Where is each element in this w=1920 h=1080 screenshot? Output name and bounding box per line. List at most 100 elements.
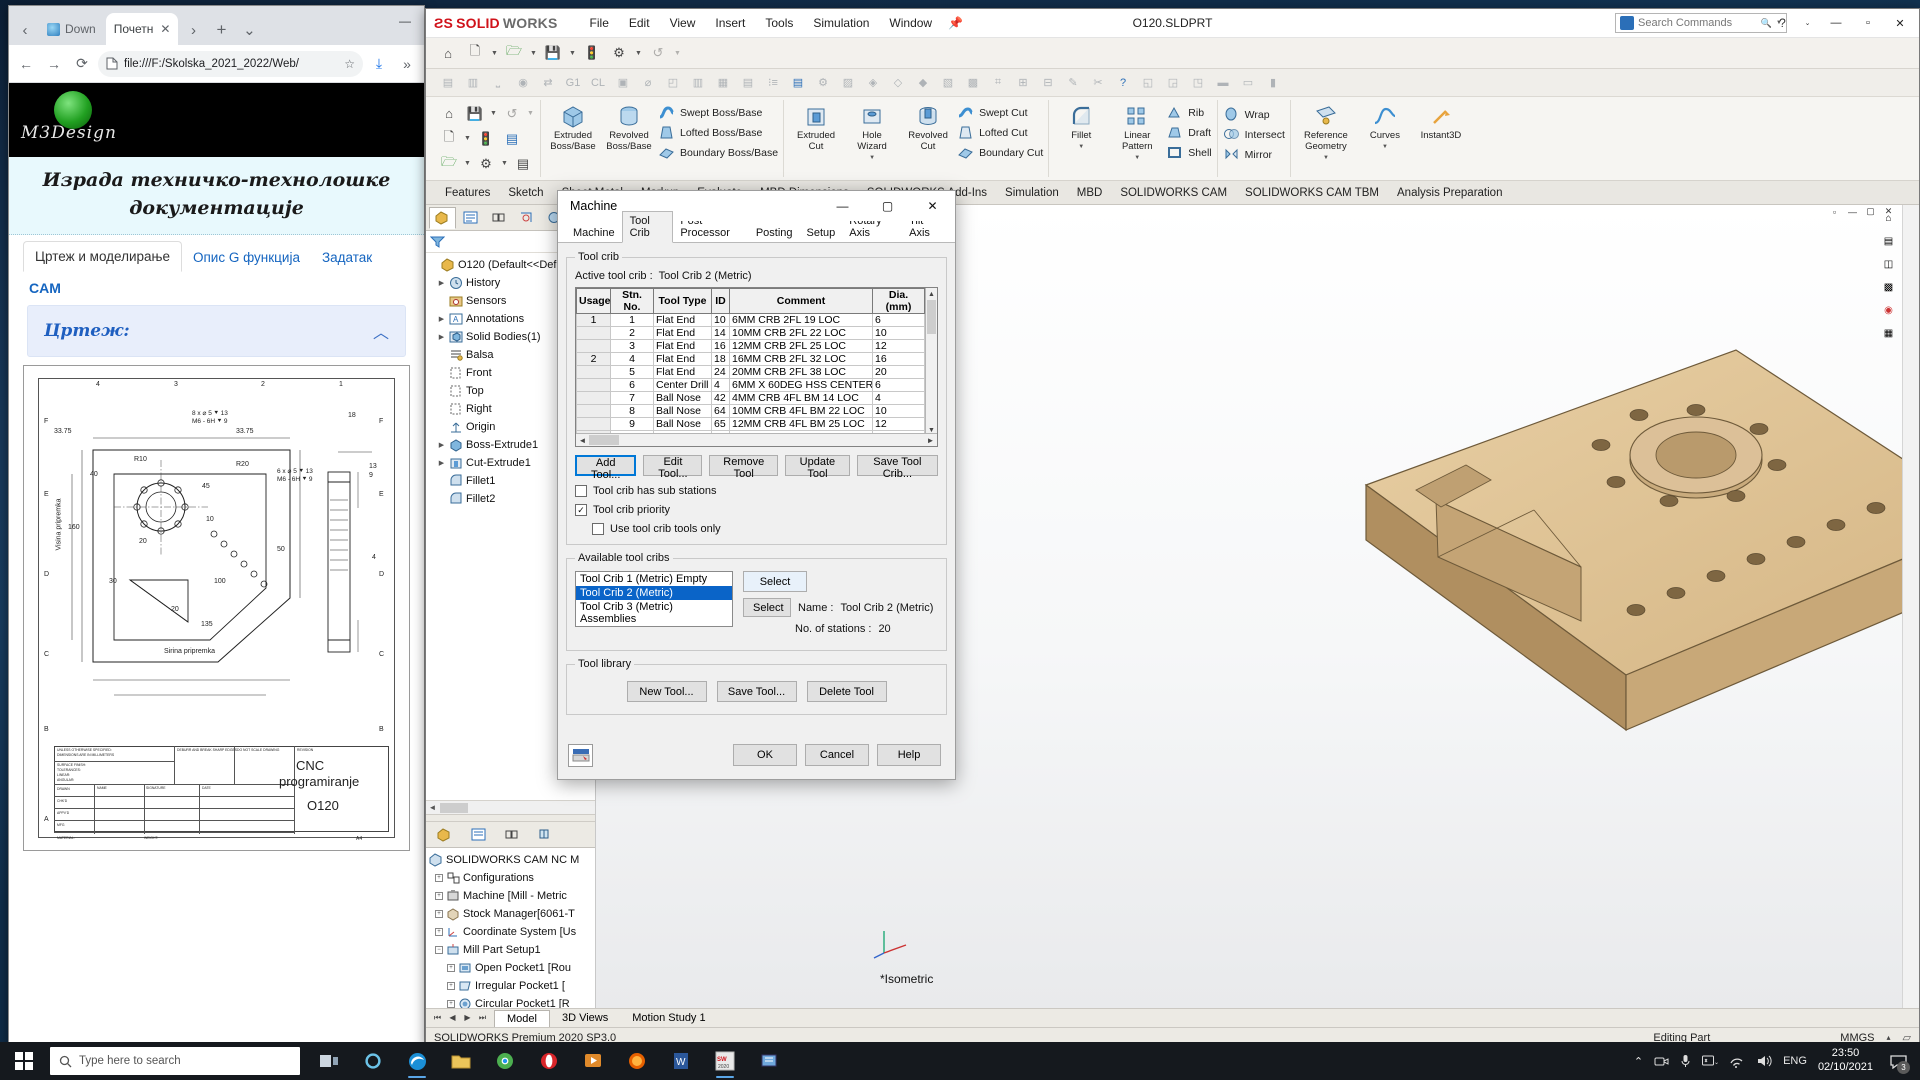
toolbar-icon[interactable]: ◈ [861, 72, 885, 94]
toolbar-icon[interactable]: ▨ [836, 72, 860, 94]
task-view-icon[interactable] [308, 1042, 350, 1080]
expand-plus-icon[interactable]: + [435, 874, 443, 882]
page-tab-drawing[interactable]: Цртеж и моделирање [23, 241, 182, 273]
extruded-cut-button[interactable]: Extruded Cut [789, 100, 843, 153]
scrollbar-thumb[interactable] [589, 435, 619, 445]
col-dia[interactable]: Dia. (mm) [872, 288, 925, 314]
windows-start-icon[interactable] [0, 1042, 48, 1080]
view-orientation-icon[interactable]: ⌂ [1879, 209, 1898, 228]
solidworks-icon[interactable]: SW 2020 [704, 1042, 746, 1080]
swept-cut-button[interactable]: Swept Cut [957, 104, 1043, 121]
expand-plus-icon[interactable]: + [435, 892, 443, 900]
reload-icon[interactable]: ⟳ [70, 52, 94, 76]
toolbar-icon[interactable]: ⎵ [486, 72, 510, 94]
cam-item-irregular-pocket1[interactable]: + Irregular Pocket1 [ [429, 977, 595, 995]
options-gear-icon[interactable]: ⚙ [474, 152, 498, 175]
dimxpert-icon[interactable] [513, 207, 540, 229]
toolbar-icon[interactable]: ✎ [1061, 72, 1085, 94]
toolbar-icon[interactable]: ▥ [686, 72, 710, 94]
toolbar-icon[interactable]: ⌗ [986, 72, 1010, 94]
remove-tool-button[interactable]: Remove Tool [709, 455, 779, 480]
bottom-tab-model[interactable]: Model [494, 1009, 550, 1027]
toolbar-icon[interactable]: ◲ [1161, 72, 1185, 94]
maximize-button[interactable]: ▫ [1853, 11, 1883, 35]
table-row[interactable]: 8Ball Nose6410MM CRB 4FL BM 22 LOC105 [576, 404, 937, 418]
scroll-up-icon[interactable]: ▲ [926, 288, 937, 300]
undo-icon[interactable]: ↺ [500, 102, 524, 125]
col-id[interactable]: ID [711, 288, 730, 314]
download-icon[interactable]: ⤓ [367, 52, 391, 76]
tab-solidworks-cam[interactable]: SOLIDWORKS CAM [1111, 183, 1236, 204]
table-row[interactable]: 24Flat End1816MM CRB 2FL 32 LOC160 [576, 352, 937, 366]
new-tool-button[interactable]: New Tool... [626, 681, 707, 702]
chevron-down-icon[interactable]: ▼ [634, 50, 643, 57]
expand-plus-icon[interactable]: + [447, 1000, 455, 1008]
tool-crib-table-container[interactable]: Usage Stn. No. Tool Type ID Comment Dia.… [575, 287, 938, 447]
camera-icon[interactable] [1654, 1055, 1669, 1068]
display-style-icon[interactable]: ▤ [1879, 232, 1898, 251]
revolved-cut-button[interactable]: Revolved Cut [901, 100, 955, 153]
scrollbar-thumb[interactable] [927, 300, 936, 334]
crib-option-1[interactable]: Tool Crib 2 (Metric) [576, 586, 732, 600]
toolbar-icon[interactable]: ▧ [936, 72, 960, 94]
toolbar-icon[interactable]: ⚙ [811, 72, 835, 94]
new-tab-button[interactable]: + [208, 15, 234, 45]
notification-center-icon[interactable]: 3 [1884, 1042, 1912, 1080]
feature-manager-icon[interactable] [429, 206, 457, 229]
revolved-boss-base-button[interactable]: Revolved Boss/Base [602, 100, 656, 153]
search-commands-input[interactable]: Search Commands 🔍 ▼ [1615, 13, 1787, 33]
update-tool-button[interactable]: Update Tool [785, 455, 850, 480]
linear-pattern-button[interactable]: Linear Pattern ▼ [1110, 100, 1164, 161]
toolbar-icon[interactable]: ▬ [1211, 72, 1235, 94]
expand-icon[interactable]: ▶ [437, 279, 446, 287]
tree-icon[interactable]: ▤ [500, 127, 524, 150]
expand-icon[interactable]: ▶ [437, 315, 446, 323]
media-player-icon[interactable] [572, 1042, 614, 1080]
draft-button[interactable]: Draft [1166, 124, 1211, 141]
scroll-left-icon[interactable]: ◄ [426, 803, 439, 812]
hole-wizard-button[interactable]: Hole Wizard ▼ [845, 100, 899, 161]
network-icon[interactable] [1729, 1055, 1745, 1068]
configuration-manager-icon[interactable] [485, 207, 512, 229]
dialog-title-bar[interactable]: Machine — ▢ ✕ [558, 191, 955, 221]
toolbar-icon[interactable]: G1 [561, 72, 585, 94]
delete-tool-button[interactable]: Delete Tool [806, 681, 887, 702]
menu-tools[interactable]: Tools [755, 13, 803, 33]
scroll-left-icon[interactable]: ◄ [576, 436, 589, 445]
shell-button[interactable]: Shell [1166, 144, 1212, 161]
new-doc-icon[interactable]: 🗋 [463, 42, 487, 65]
crib-option-2[interactable]: Tool Crib 3 (Metric) Assemblies [576, 600, 732, 626]
select-crib-button[interactable]: Select [743, 571, 807, 592]
feature-tree-hscrollbar[interactable]: ◄ [426, 800, 595, 814]
taskbar-search-input[interactable]: Type here to search [50, 1047, 300, 1075]
cam-item-coordinate-system[interactable]: + Coordinate System [Us [429, 923, 595, 941]
help-button[interactable]: Help [877, 744, 941, 766]
col-stn-no[interactable]: Stn. No. [610, 288, 654, 314]
taskbar-clock[interactable]: 23:50 02/10/2021 [1818, 1047, 1873, 1075]
chevron-down-icon[interactable]: ▼ [529, 50, 538, 57]
folder-explorer-icon[interactable] [440, 1042, 482, 1080]
print-icon[interactable]: 🚦 [580, 42, 604, 65]
curves-button[interactable]: Curves ▼ [1358, 100, 1412, 150]
cam-item-circular-pocket1[interactable]: + Circular Pocket1 [R [429, 995, 595, 1008]
open-folder-icon[interactable]: 🗁 [437, 152, 461, 175]
toolbar-icon[interactable]: ▦ [711, 72, 735, 94]
toolbar-icon[interactable]: ▤ [786, 72, 810, 94]
chevron-down-icon[interactable]: ▼ [463, 152, 472, 175]
bottom-tab-motion-study[interactable]: Motion Study 1 [620, 1010, 717, 1026]
expand-icon[interactable]: ▶ [437, 459, 446, 467]
dialog-tab-setup[interactable]: Setup [800, 224, 843, 242]
cam-item-open-pocket1[interactable]: + Open Pocket1 [Rou [429, 959, 595, 977]
toolbar-icon[interactable]: ⌀ [636, 72, 660, 94]
checkbox-tool-crib-priority[interactable]: ✓ Tool crib priority [575, 504, 938, 516]
chevron-down-icon[interactable]: ▼ [1078, 144, 1084, 150]
tab-analysis-preparation[interactable]: Analysis Preparation [1388, 183, 1511, 204]
bottom-tab-3d-views[interactable]: 3D Views [550, 1010, 620, 1026]
firefox-icon[interactable] [616, 1042, 658, 1080]
toolbar-icon[interactable]: ▭ [1236, 72, 1260, 94]
hide-show-icon[interactable]: ◫ [1879, 255, 1898, 274]
cam-tree-icon[interactable] [528, 824, 560, 846]
tabstrip-forward-icon[interactable]: › [180, 15, 206, 45]
toolbar-icon[interactable]: ▩ [961, 72, 985, 94]
boundary-cut-button[interactable]: Boundary Cut [957, 144, 1043, 161]
